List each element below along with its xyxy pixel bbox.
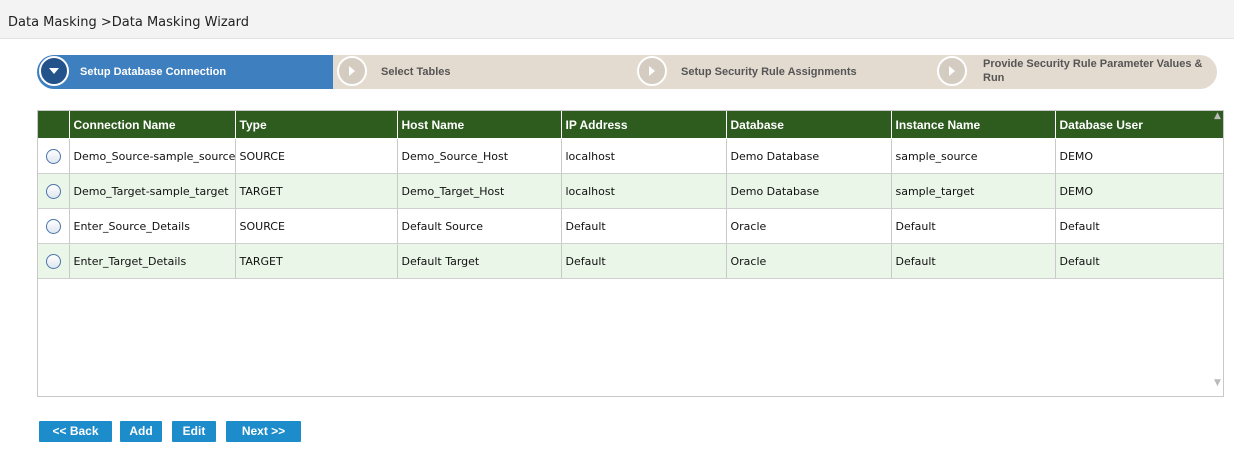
wizard-step-label: Select Tables bbox=[381, 66, 451, 78]
type-cell: TARGET bbox=[234, 243, 397, 279]
wizard-step-setup-database-connection[interactable]: Setup Database Connection bbox=[37, 55, 333, 89]
database-user-cell: Default bbox=[1054, 243, 1223, 279]
database-cell: Demo Database bbox=[725, 138, 891, 174]
row-radio-button[interactable] bbox=[45, 253, 61, 269]
connection-name-cell: Enter_Target_Details bbox=[68, 243, 235, 279]
wizard-step-select-tables[interactable]: Select Tables bbox=[333, 55, 633, 89]
connection-name-cell: Demo_Target-sample_target bbox=[68, 173, 235, 209]
row-radio-button[interactable] bbox=[45, 183, 61, 199]
breadcrumb: Data Masking >Data Masking Wizard bbox=[8, 15, 250, 30]
database-user-cell: DEMO bbox=[1054, 138, 1223, 174]
row-radio-button[interactable] bbox=[45, 148, 61, 164]
database-user-cell: DEMO bbox=[1054, 173, 1223, 209]
table-row[interactable]: Enter_Target_Details TARGET Default Targ… bbox=[38, 243, 1223, 279]
radio-column-header bbox=[38, 111, 69, 139]
column-header[interactable]: IP Address bbox=[560, 111, 726, 139]
table-row[interactable]: Enter_Source_Details SOURCE Default Sour… bbox=[38, 208, 1223, 244]
top-bar: Data Masking >Data Masking Wizard bbox=[0, 0, 1234, 39]
connections-grid: Connection Name Type Host Name IP Addres… bbox=[37, 110, 1224, 397]
table-row[interactable]: Demo_Target-sample_target TARGET Demo_Ta… bbox=[38, 173, 1223, 209]
row-radio-button[interactable] bbox=[45, 218, 61, 234]
host-name-cell: Default Target bbox=[396, 243, 561, 279]
wizard-step-label: Setup Database Connection bbox=[80, 66, 227, 78]
instance-name-cell: Default bbox=[890, 208, 1055, 244]
host-name-cell: Demo_Source_Host bbox=[396, 138, 561, 174]
chevron-down-icon bbox=[39, 56, 69, 86]
wizard-step-label: Provide Security Rule Parameter Values &… bbox=[983, 58, 1203, 84]
next-button[interactable]: Next >> bbox=[226, 421, 301, 442]
ip-address-cell: Default bbox=[560, 243, 726, 279]
ip-address-cell: Default bbox=[560, 208, 726, 244]
database-cell: Oracle bbox=[725, 208, 891, 244]
edit-button[interactable]: Edit bbox=[172, 421, 216, 442]
scroll-down-icon[interactable]: ▼ bbox=[1214, 378, 1223, 392]
chevron-right-icon bbox=[937, 56, 967, 86]
wizard-step-provide-parameters-run[interactable]: Provide Security Rule Parameter Values &… bbox=[933, 55, 1217, 89]
type-cell: SOURCE bbox=[234, 208, 397, 244]
wizard-step-label: Setup Security Rule Assignments bbox=[681, 66, 857, 78]
chevron-right-icon bbox=[337, 56, 367, 86]
database-user-cell: Default bbox=[1054, 208, 1223, 244]
column-header[interactable]: Database bbox=[725, 111, 891, 139]
type-cell: SOURCE bbox=[234, 138, 397, 174]
instance-name-cell: sample_source bbox=[890, 138, 1055, 174]
chevron-right-icon bbox=[637, 56, 667, 86]
column-header[interactable]: Type bbox=[234, 111, 397, 139]
add-button[interactable]: Add bbox=[120, 421, 162, 442]
column-header[interactable]: Host Name bbox=[396, 111, 561, 139]
column-header[interactable]: Database User bbox=[1054, 111, 1223, 139]
instance-name-cell: Default bbox=[890, 243, 1055, 279]
ip-address-cell: localhost bbox=[560, 173, 726, 209]
database-cell: Oracle bbox=[725, 243, 891, 279]
back-button[interactable]: << Back bbox=[39, 421, 112, 442]
column-header[interactable]: Connection Name bbox=[68, 111, 235, 139]
wizard-steps: Setup Database Connection Select Tables … bbox=[37, 55, 1217, 89]
connection-name-cell: Enter_Source_Details bbox=[68, 208, 235, 244]
host-name-cell: Demo_Target_Host bbox=[396, 173, 561, 209]
type-cell: TARGET bbox=[234, 173, 397, 209]
table-row[interactable]: Demo_Source-sample_source SOURCE Demo_So… bbox=[38, 138, 1223, 174]
scroll-up-icon[interactable]: ▲ bbox=[1214, 111, 1223, 125]
table-header-row: Connection Name Type Host Name IP Addres… bbox=[38, 111, 1223, 139]
connections-table: Connection Name Type Host Name IP Addres… bbox=[38, 111, 1223, 279]
instance-name-cell: sample_target bbox=[890, 173, 1055, 209]
host-name-cell: Default Source bbox=[396, 208, 561, 244]
connection-name-cell: Demo_Source-sample_source bbox=[68, 138, 235, 174]
wizard-step-setup-security-rule-assignments[interactable]: Setup Security Rule Assignments bbox=[633, 55, 933, 89]
ip-address-cell: localhost bbox=[560, 138, 726, 174]
column-header[interactable]: Instance Name bbox=[890, 111, 1055, 139]
database-cell: Demo Database bbox=[725, 173, 891, 209]
